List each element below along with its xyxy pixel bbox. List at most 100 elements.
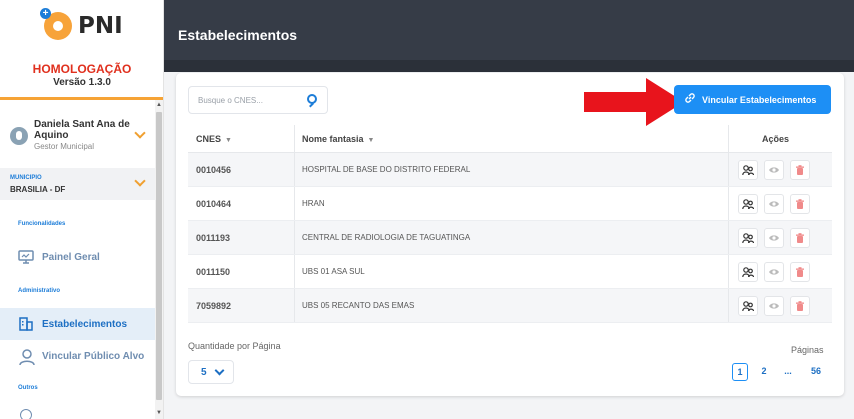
name-cell: CENTRAL DE RADIOLOGIA DE TAGUATINGA [302, 233, 471, 242]
column-divider [294, 221, 295, 254]
user-icon [18, 348, 35, 366]
eye-icon [769, 303, 779, 309]
eye-icon [769, 201, 779, 207]
page-button-2[interactable]: 2 [758, 363, 770, 381]
table-row[interactable]: 0010464 HRAN [188, 187, 832, 221]
link-users-button[interactable] [738, 160, 758, 180]
view-button[interactable] [764, 160, 784, 180]
delete-button[interactable] [790, 160, 810, 180]
sort-icon[interactable]: ▼ [225, 137, 232, 144]
municipio-label: MUNICIPIO [10, 175, 42, 181]
column-label: Nome fantasia [302, 134, 364, 144]
eye-icon [769, 167, 779, 173]
per-page-label: Quantidade por Página [188, 341, 281, 351]
establishments-table: CNES ▼ Nome fantasia ▼ Ações 0010456 HOSPIT… [188, 125, 832, 323]
column-label: CNES [196, 134, 222, 144]
users-icon [742, 301, 754, 312]
search-input[interactable]: Busque o CNES... [188, 86, 328, 114]
link-users-button[interactable] [738, 228, 758, 248]
monitor-icon [18, 249, 34, 265]
vincular-estabelecimentos-button[interactable]: Vincular Estabelecimentos [674, 85, 831, 114]
logo-area: + PNI HOMOLOGAÇÃO Versão 1.3.0 [0, 0, 163, 100]
trash-icon [796, 233, 804, 243]
user-name: Daniela Sant Ana de Aquino [34, 119, 130, 141]
column-divider [294, 187, 295, 220]
cnes-cell: 0011193 [196, 233, 231, 243]
avatar [10, 127, 28, 145]
top-header: Estabelecimentos [164, 0, 854, 60]
column-divider [728, 153, 729, 186]
version-label: Versão 1.3.0 [53, 77, 111, 88]
link-users-button[interactable] [738, 262, 758, 282]
section-funcionalidades: Funcionalidades [18, 221, 66, 227]
column-divider [294, 153, 295, 186]
partial-icon [20, 409, 32, 419]
column-cnes[interactable]: CNES ▼ [196, 134, 232, 144]
scroll-down-icon[interactable]: ▼ [156, 410, 162, 416]
column-divider [294, 289, 295, 322]
delete-button[interactable] [790, 296, 810, 316]
link-users-button[interactable] [738, 296, 758, 316]
cnes-cell: 0010464 [196, 199, 232, 209]
column-divider [294, 125, 295, 152]
page-button-last[interactable]: 56 [808, 363, 824, 381]
trash-icon [796, 199, 804, 209]
eye-icon [769, 235, 779, 241]
view-button[interactable] [764, 228, 784, 248]
button-label: Vincular Estabelecimentos [702, 94, 817, 105]
column-divider [728, 255, 729, 288]
page-title: Estabelecimentos [178, 27, 298, 43]
municipio-value: BRASILIA - DF [10, 185, 66, 194]
page-ellipsis: ... [784, 366, 792, 376]
user-menu[interactable]: Daniela Sant Ana de Aquino Gestor Munici… [8, 115, 156, 155]
view-button[interactable] [764, 194, 784, 214]
table-row[interactable]: 0010456 HOSPITAL DE BASE DO DISTRITO FEDE… [188, 153, 832, 187]
delete-button[interactable] [790, 194, 810, 214]
table-row[interactable]: 0011193 CENTRAL DE RADIOLOGIA DE TAGUATIN… [188, 221, 832, 255]
name-cell: HOSPITAL DE BASE DO DISTRITO FEDERAL [302, 165, 471, 174]
name-cell: HRAN [302, 199, 325, 208]
cnes-cell: 7059892 [196, 301, 232, 311]
column-nome-fantasia[interactable]: Nome fantasia ▼ [302, 134, 374, 144]
nav-item-estabelecimentos[interactable]: Estabelecimentos [0, 308, 158, 340]
table-row[interactable]: 7059892 UBS 05 RECANTO DAS EMAS [188, 289, 832, 323]
logo: + PNI [40, 8, 123, 40]
header-subbar [164, 60, 854, 72]
view-button[interactable] [764, 296, 784, 316]
page-button-1[interactable]: 1 [732, 363, 748, 381]
column-divider [294, 255, 295, 288]
municipio-selector[interactable]: MUNICIPIO BRASILIA - DF [0, 168, 158, 200]
user-role: Gestor Municipal [34, 142, 95, 151]
sidebar: + PNI HOMOLOGAÇÃO Versão 1.3.0 Daniela S… [0, 0, 164, 419]
column-divider [728, 289, 729, 322]
app-name: PNI [78, 13, 123, 39]
link-users-button[interactable] [738, 194, 758, 214]
chevron-down-icon [214, 365, 225, 376]
trash-icon [796, 301, 804, 311]
delete-button[interactable] [790, 262, 810, 282]
plus-badge-icon: + [40, 8, 51, 19]
section-administrativo: Administrativo [18, 288, 61, 294]
name-cell: UBS 01 ASA SUL [302, 267, 365, 276]
sort-icon[interactable]: ▼ [368, 137, 375, 144]
view-button[interactable] [764, 262, 784, 282]
scroll-up-icon[interactable]: ▲ [156, 102, 162, 108]
table-row[interactable]: 0011150 UBS 01 ASA SUL [188, 255, 832, 289]
pages-label: Páginas [791, 345, 824, 355]
nav-item-vincular-publico-alvo[interactable]: Vincular Público Alvo [0, 340, 158, 372]
chevron-down-icon[interactable] [134, 175, 146, 187]
per-page-select[interactable]: 5 [188, 360, 234, 384]
nav-label: Vincular Público Alvo [42, 350, 145, 362]
column-divider [728, 187, 729, 220]
table-header: CNES ▼ Nome fantasia ▼ Ações [188, 125, 832, 153]
nav-item-painel-geral[interactable]: Painel Geral [0, 241, 158, 273]
cnes-cell: 0010456 [196, 165, 232, 175]
column-divider [728, 221, 729, 254]
search-icon[interactable] [307, 94, 317, 104]
drop-logo-icon: + [40, 8, 72, 40]
users-icon [742, 267, 754, 278]
delete-button[interactable] [790, 228, 810, 248]
table-body: 0010456 HOSPITAL DE BASE DO DISTRITO FEDE… [188, 153, 832, 323]
scrollbar-thumb[interactable] [156, 112, 162, 400]
chevron-down-icon[interactable] [134, 127, 146, 139]
